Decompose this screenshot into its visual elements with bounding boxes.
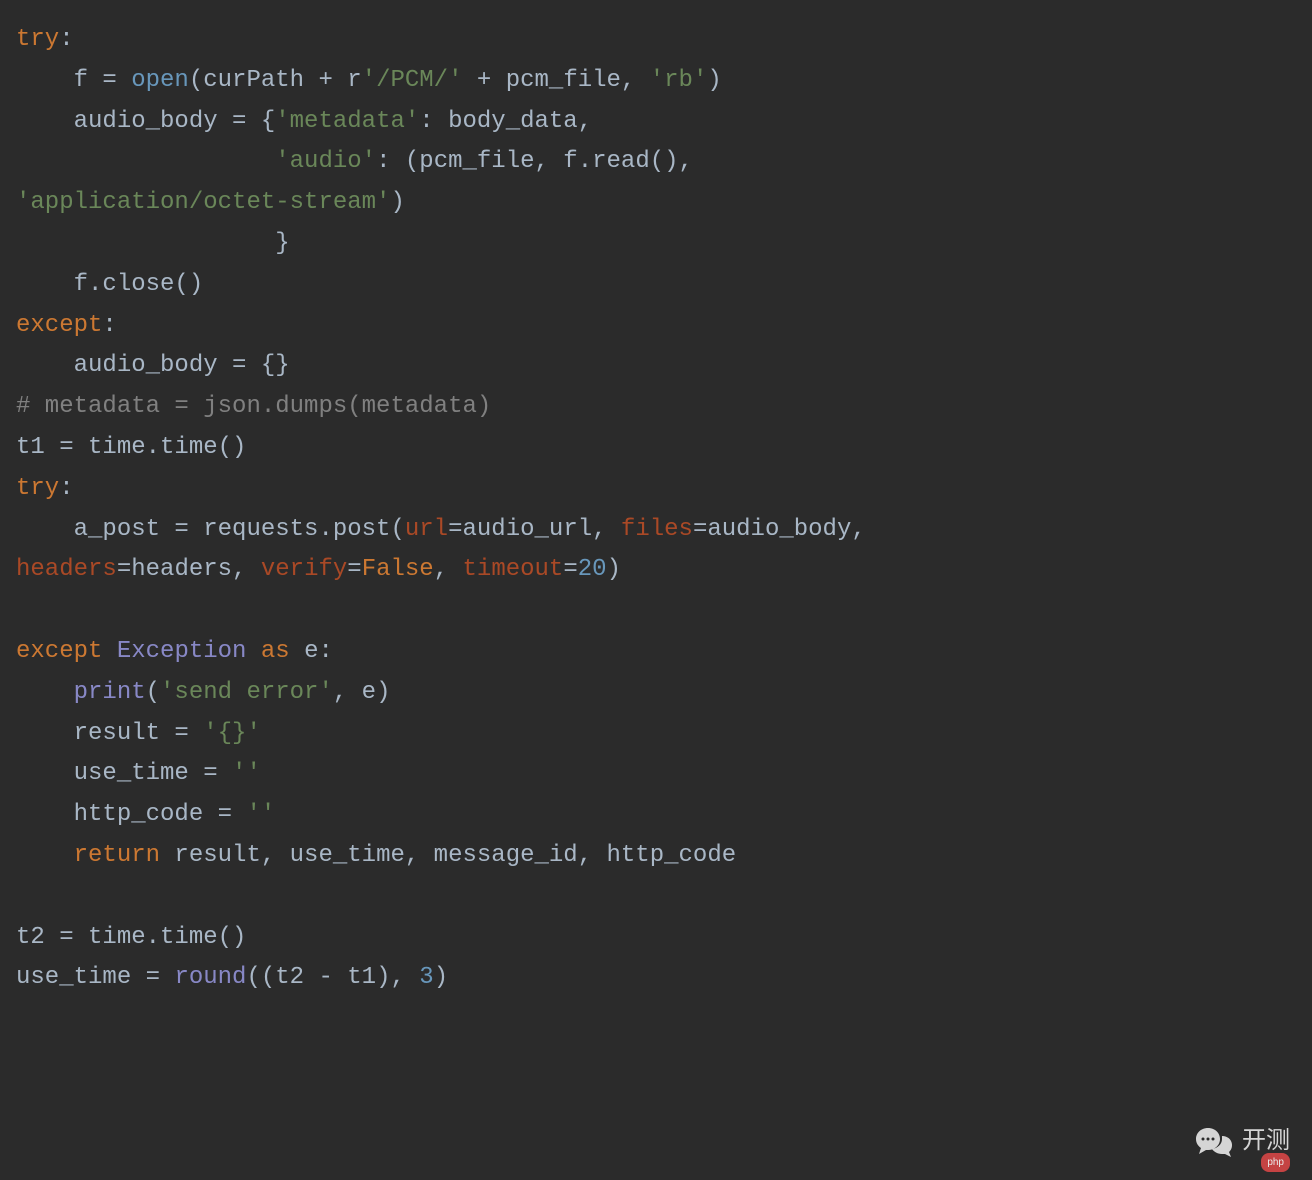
kwarg-files: files [621, 516, 693, 543]
comment-line: # metadata = json.dumps(metadata) [16, 393, 491, 420]
code-block: try: f = open(curPath + r'/PCM/' + pcm_f… [16, 20, 1296, 999]
keyword-except: except [16, 638, 102, 665]
keyword-try: try [16, 475, 59, 502]
php-badge: php [1261, 1153, 1290, 1172]
keyword-return: return [16, 842, 160, 869]
kwarg-url: url [405, 516, 448, 543]
kwarg-headers: headers [16, 556, 117, 583]
chat-bubble-icon [1194, 1124, 1234, 1160]
builtin-print: print [16, 679, 146, 706]
class-exception: Exception [117, 638, 247, 665]
kwarg-timeout: timeout [463, 556, 564, 583]
keyword-except: except [16, 312, 102, 339]
string-path: '/PCM/' [362, 67, 463, 94]
kwarg-verify: verify [261, 556, 347, 583]
builtin-open: open [131, 67, 189, 94]
builtin-round: round [174, 964, 246, 991]
keyword-try: try [16, 26, 59, 53]
